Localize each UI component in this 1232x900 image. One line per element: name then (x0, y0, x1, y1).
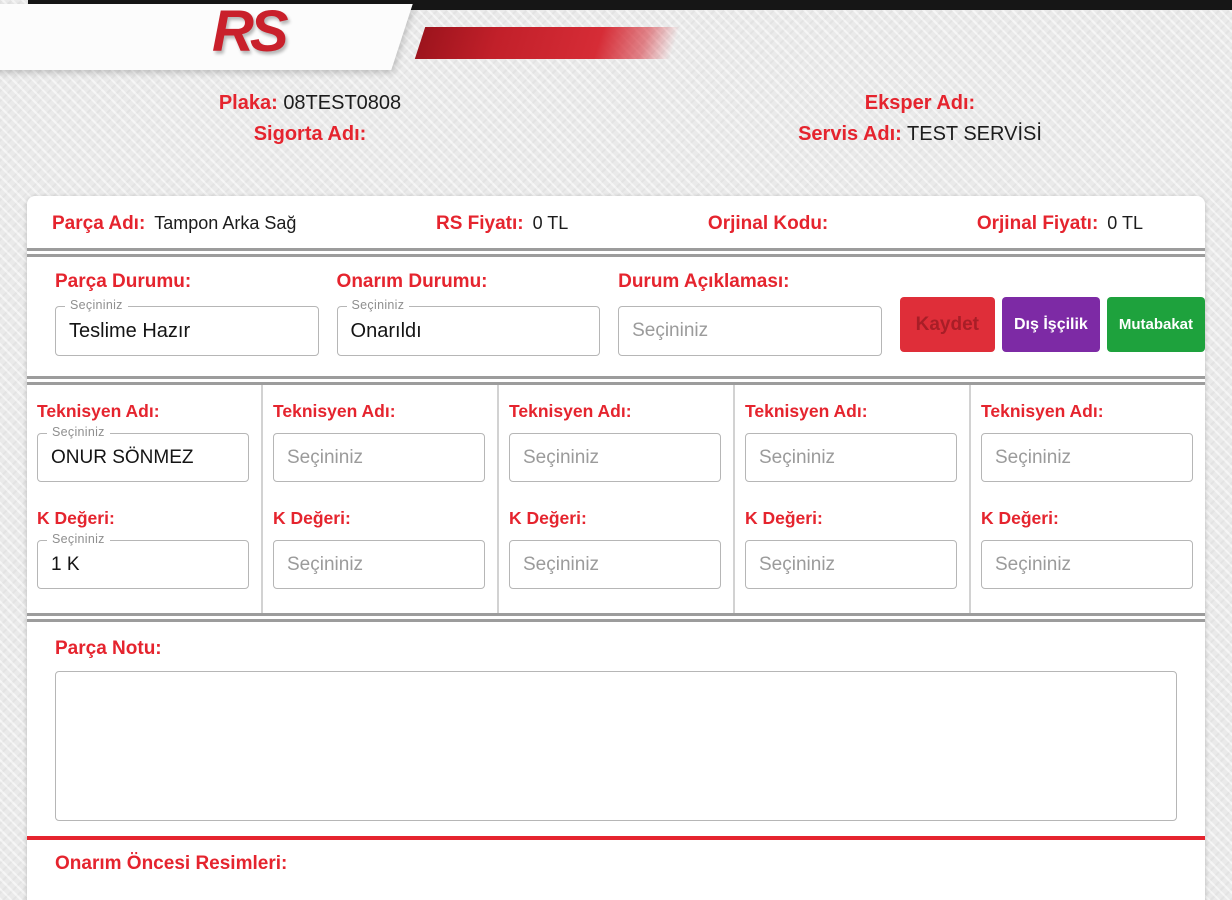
select-placeholder: Seçininiz (995, 553, 1072, 575)
select-value: Onarıldı (350, 319, 422, 342)
parca-durumu-field: Parça Durumu: Seçininiz Teslime Hazır (55, 271, 319, 356)
k-value-label: K Değeri: (745, 508, 823, 528)
action-buttons: Kaydet Dış İşçilik Mutabakat (899, 297, 1206, 352)
technician-column-5: Teknisyen Adı: Seçininiz K Değeri: Seçin… (971, 385, 1205, 613)
k-value-label: K Değeri: (981, 508, 1059, 528)
technician-name-select[interactable]: Seçininiz (981, 433, 1193, 482)
float-label: Seçininiz (65, 298, 128, 312)
onarim-durumu-select[interactable]: Seçininiz Onarıldı (336, 298, 601, 356)
orjinal-kodu-group: Orjinal Kodu: (708, 213, 837, 235)
select-value: Teslime Hazır (69, 319, 191, 342)
technician-name-label: Teknisyen Adı: (273, 401, 396, 421)
main-card: Parça Adı: Tampon Arka Sağ RS Fiyatı: 0 … (27, 196, 1206, 900)
k-value-select[interactable]: Seçininiz (509, 540, 721, 589)
technician-name-select[interactable]: Seçininiz (745, 433, 957, 482)
onarim-durumu-field: Onarım Durumu: Seçininiz Onarıldı (336, 271, 601, 356)
parca-notu-label: Parça Notu: (55, 638, 162, 659)
parca-notu-textarea[interactable] (55, 671, 1177, 821)
rs-logo: RS (212, 0, 289, 64)
repair-images-section: Onarım Öncesi Resimleri: (27, 840, 1205, 900)
red-accent-bar (414, 27, 681, 59)
plaka-value: 08TEST0808 (283, 92, 402, 114)
select-placeholder: Seçininiz (287, 446, 364, 468)
part-info-row: Parça Adı: Tampon Arka Sağ RS Fiyatı: 0 … (27, 196, 1205, 248)
servis-value: TEST SERVİSİ (907, 123, 1042, 145)
durum-aciklamasi-label: Durum Açıklaması: (618, 271, 790, 292)
durum-aciklamasi-select[interactable]: Seçininiz (618, 306, 882, 356)
dis-iscilik-button[interactable]: Dış İşçilik (1002, 297, 1100, 352)
logo-banner (0, 4, 413, 70)
technician-name-select[interactable]: Seçininiz (273, 433, 485, 482)
rs-fiyati-group: RS Fiyatı: 0 TL (436, 213, 568, 235)
header-info: Plaka: 08TEST0808 Sigorta Adı: Eksper Ad… (0, 88, 1232, 154)
select-placeholder: Seçininiz (523, 553, 600, 575)
section-divider (27, 613, 1205, 622)
k-value-select[interactable]: Seçininiz (981, 540, 1193, 589)
technician-name-select[interactable]: Seçininiz (509, 433, 721, 482)
parca-adi-group: Parça Adı: Tampon Arka Sağ (52, 213, 296, 235)
section-divider (27, 376, 1205, 385)
onarim-oncesi-resimleri-label: Onarım Öncesi Resimleri: (55, 853, 288, 874)
k-value-label: K Değeri: (37, 508, 115, 528)
technicians-grid: Teknisyen Adı: Seçininiz ONUR SÖNMEZ K D… (27, 385, 1205, 613)
orjinal-kodu-label: Orjinal Kodu: (707, 213, 829, 234)
select-placeholder: Seçininiz (759, 553, 836, 575)
plaka-label: Plaka: (218, 92, 278, 114)
status-section: Parça Durumu: Seçininiz Teslime Hazır On… (27, 257, 1206, 376)
select-value: ONUR SÖNMEZ (51, 446, 194, 468)
parca-durumu-label: Parça Durumu: (55, 271, 192, 292)
mutabakat-button[interactable]: Mutabakat (1106, 297, 1206, 352)
orjinal-fiyati-label: Orjinal Fiyatı: (976, 213, 1099, 234)
float-label: Seçininiz (47, 532, 110, 546)
orjinal-fiyati-group: Orjinal Fiyatı: 0 TL (977, 213, 1143, 235)
rs-fiyati-value: 0 TL (532, 213, 569, 233)
durum-aciklamasi-field: Durum Açıklaması: Seçininiz (618, 271, 882, 356)
part-note-section: Parça Notu: (27, 622, 1205, 821)
select-placeholder: Seçininiz (995, 446, 1072, 468)
select-placeholder: Seçininiz (759, 446, 836, 468)
header-banner: RS (0, 0, 1232, 80)
technician-name-label: Teknisyen Adı: (745, 401, 868, 421)
eksper-row: Eksper Adı: (710, 88, 1130, 119)
technician-name-select[interactable]: Seçininiz ONUR SÖNMEZ (37, 425, 249, 482)
technician-name-label: Teknisyen Adı: (37, 401, 160, 421)
parca-adi-value: Tampon Arka Sağ (154, 213, 297, 233)
float-label: Seçininiz (346, 298, 410, 312)
select-placeholder: Seçininiz (287, 553, 364, 575)
servis-row: Servis Adı: TEST SERVİSİ (710, 119, 1130, 150)
technician-column-1: Teknisyen Adı: Seçininiz ONUR SÖNMEZ K D… (27, 385, 263, 613)
orjinal-fiyati-value: 0 TL (1107, 213, 1143, 233)
parca-durumu-select[interactable]: Seçininiz Teslime Hazır (55, 298, 319, 356)
technician-column-3: Teknisyen Adı: Seçininiz K Değeri: Seçin… (499, 385, 735, 613)
select-placeholder: Seçininiz (523, 446, 600, 468)
parca-adi-label: Parça Adı: (52, 213, 146, 234)
vehicle-info-block: Plaka: 08TEST0808 Sigorta Adı: (110, 88, 510, 150)
servis-label: Servis Adı: (798, 123, 902, 145)
technician-name-label: Teknisyen Adı: (981, 401, 1104, 421)
section-divider (27, 248, 1205, 257)
sigorta-label: Sigorta Adı: (253, 123, 367, 145)
onarim-durumu-label: Onarım Durumu: (336, 271, 488, 292)
select-placeholder: Seçininiz (632, 320, 709, 341)
technician-column-2: Teknisyen Adı: Seçininiz K Değeri: Seçin… (263, 385, 499, 613)
sigorta-row: Sigorta Adı: (110, 119, 510, 150)
k-value-select[interactable]: Seçininiz (745, 540, 957, 589)
service-info-block: Eksper Adı: Servis Adı: TEST SERVİSİ (710, 88, 1130, 150)
float-label: Seçininiz (47, 425, 110, 439)
plaka-row: Plaka: 08TEST0808 (110, 88, 510, 119)
select-value: 1 K (51, 553, 80, 575)
k-value-label: K Değeri: (509, 508, 587, 528)
k-value-select[interactable]: Seçininiz (273, 540, 485, 589)
eksper-label: Eksper Adı: (864, 92, 976, 114)
kaydet-button[interactable]: Kaydet (899, 297, 995, 352)
technician-name-label: Teknisyen Adı: (509, 401, 632, 421)
k-value-label: K Değeri: (273, 508, 351, 528)
k-value-select[interactable]: Seçininiz 1 K (37, 532, 249, 589)
technician-column-4: Teknisyen Adı: Seçininiz K Değeri: Seçin… (735, 385, 971, 613)
rs-fiyati-label: RS Fiyatı: (435, 213, 524, 234)
